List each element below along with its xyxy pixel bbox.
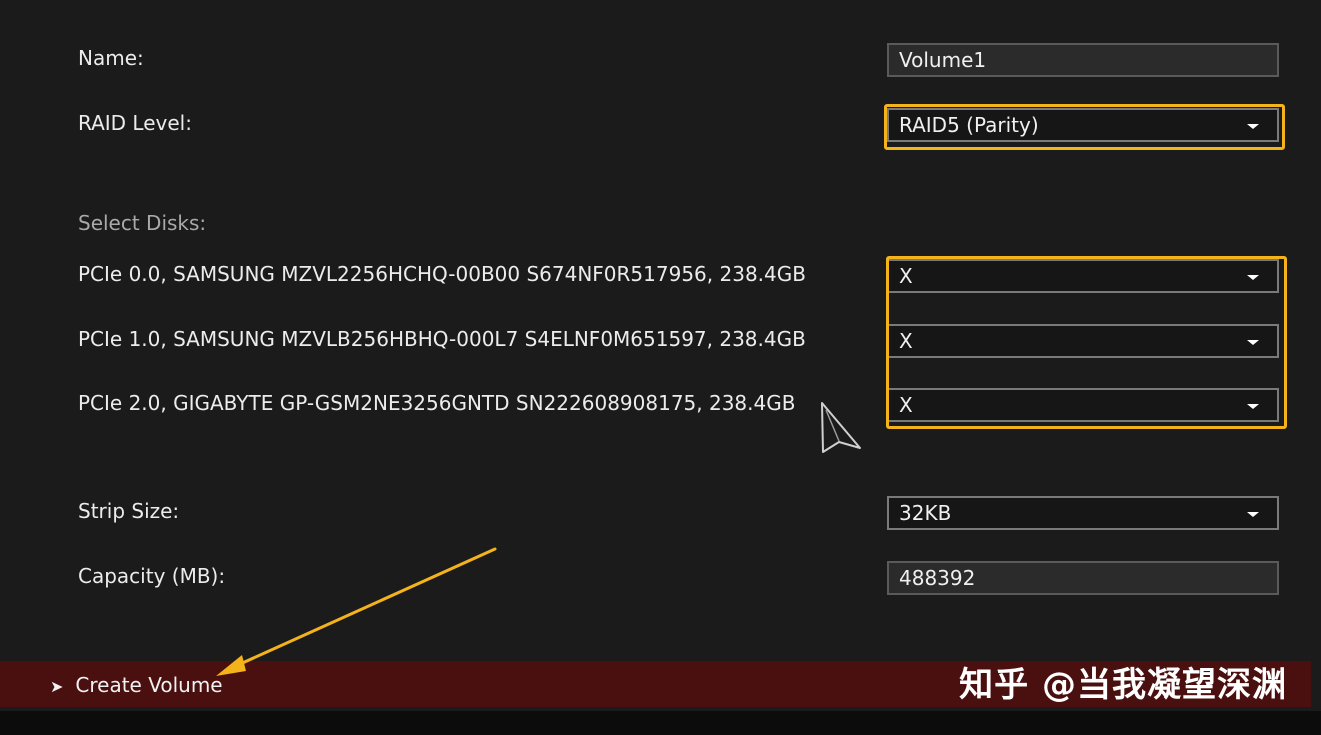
annotation-overlay: [216, 402, 861, 676]
annotation-arrow-icon: [216, 547, 497, 676]
mouse-cursor-icon: [821, 402, 861, 453]
